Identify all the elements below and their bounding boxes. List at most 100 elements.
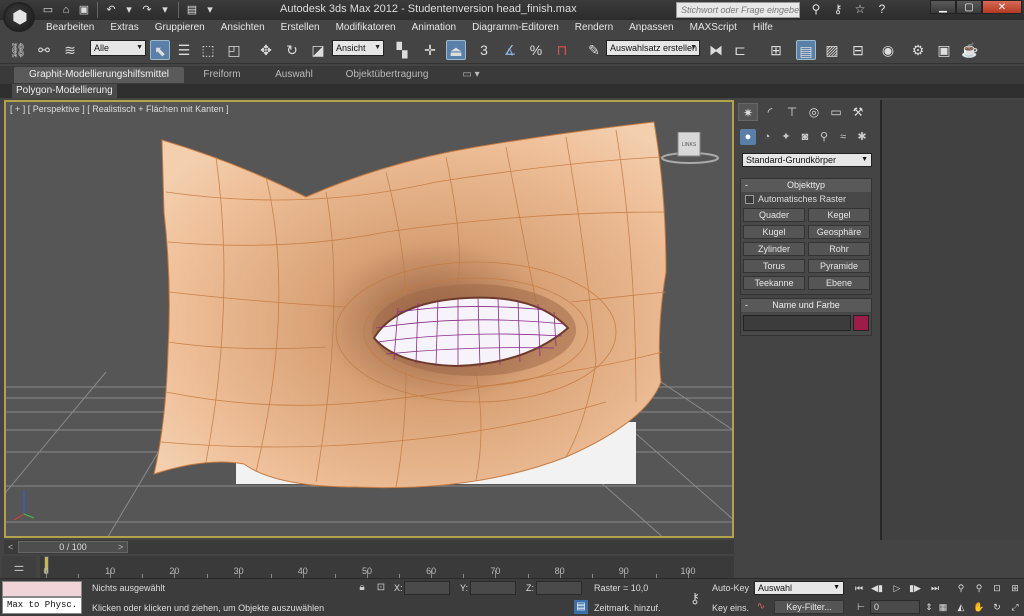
lights-icon[interactable]: ✦ [778, 129, 794, 145]
rotate-icon[interactable]: ↻ [282, 40, 302, 60]
key-filters-button[interactable]: Key-Filter... [774, 600, 844, 614]
shapes-icon[interactable]: ◔ [759, 129, 775, 145]
render-production-icon[interactable]: ☕ [960, 40, 980, 60]
open-file-icon[interactable]: ⌂ [58, 2, 74, 18]
redo-dropdown-icon[interactable]: ▾ [157, 2, 173, 18]
primitive-category-dropdown[interactable]: Standard-Grundkörper ▼ [742, 153, 872, 167]
key-mode-dropdown[interactable]: Auswahl ▼ [754, 581, 844, 595]
menu-ansichten[interactable]: Ansichten [213, 20, 273, 36]
torus-button[interactable]: Torus [743, 259, 805, 273]
motion-tab-icon[interactable]: ◎ [804, 103, 824, 121]
z-coordinate-field[interactable] [536, 581, 582, 595]
create-tab-icon[interactable]: ✷ [738, 103, 758, 121]
orbit-icon[interactable]: ↻ [990, 600, 1004, 614]
key-mode-icon[interactable]: ⚷ [684, 591, 706, 605]
mini-curve-editor-icon[interactable]: ⚌ [2, 556, 36, 578]
utilities-tab-icon[interactable]: ⚒ [848, 103, 868, 121]
maximize-viewport-icon[interactable]: ⤢ [1008, 600, 1022, 614]
object-name-field[interactable] [743, 315, 851, 331]
ribbon-options-icon[interactable]: ▭ ▾ [456, 67, 486, 83]
object-color-swatch[interactable] [853, 315, 869, 331]
angle-snap-icon[interactable]: ∡ [500, 40, 520, 60]
cameras-icon[interactable]: ◙ [797, 129, 813, 145]
reference-coordinate-dropdown[interactable]: Ansicht ▼ [332, 40, 384, 56]
maxscript-listener[interactable]: Max to Physc. [2, 581, 82, 615]
menu-erstellen[interactable]: Erstellen [273, 20, 328, 36]
key-icon[interactable]: ⚷ [830, 1, 846, 17]
tube-button[interactable]: Rohr [808, 242, 870, 256]
menu-animation[interactable]: Animation [404, 20, 464, 36]
curve-editor-icon[interactable]: ▨ [822, 40, 842, 60]
pan-view-icon[interactable]: ✋ [972, 600, 986, 614]
schematic-view-icon[interactable]: ⊟ [848, 40, 868, 60]
pyramid-button[interactable]: Pyramide [808, 259, 870, 273]
absolute-mode-icon[interactable]: ⊡ [374, 581, 388, 595]
mirror-icon[interactable]: ⧓ [706, 40, 726, 60]
tab-graphite-modeling[interactable]: Graphit-Modellierungshilfsmittel [14, 67, 184, 83]
search-input[interactable]: Stichwort oder Frage eingeben [676, 2, 800, 18]
save-file-icon[interactable]: ▣ [76, 2, 92, 18]
star-icon[interactable]: ☆ [852, 1, 868, 17]
selection-filter-dropdown[interactable]: Alle ▼ [90, 40, 146, 56]
frame-spinner-icon[interactable]: ⇕ [922, 600, 936, 614]
snaps-toggle-icon[interactable]: 3 [474, 40, 494, 60]
percent-snap-icon[interactable]: % [526, 40, 546, 60]
help-icon[interactable]: ? [874, 1, 890, 17]
box-button[interactable]: Quader [743, 208, 805, 222]
space-warps-icon[interactable]: ≈ [835, 129, 851, 145]
graphite-toggle-icon[interactable]: ▤ [796, 40, 816, 60]
rollout-header[interactable]: - Objekttyp [741, 179, 871, 192]
select-by-name-icon[interactable]: ☰ [174, 40, 194, 60]
menu-bearbeiten[interactable]: Bearbeiten [38, 20, 102, 36]
track-bar[interactable]: 0 10 20 30 40 50 60 70 80 90 100 [40, 556, 734, 578]
menu-rendern[interactable]: Rendern [567, 20, 621, 36]
menu-modifikatoren[interactable]: Modifikatoren [328, 20, 404, 36]
project-folder-icon[interactable]: ▤ [184, 2, 200, 18]
move-icon[interactable]: ✥ [256, 40, 276, 60]
plane-button[interactable]: Ebene [808, 276, 870, 290]
perspective-viewport[interactable]: [ + ] [ Perspektive ] [ Realistisch + Fl… [4, 100, 734, 538]
set-key-curve-icon[interactable]: ∿ [754, 600, 768, 614]
current-frame-field[interactable]: 0 [870, 600, 920, 614]
sphere-button[interactable]: Kugel [743, 225, 805, 239]
tab-object-paint[interactable]: Objektübertragung [334, 67, 440, 83]
go-to-end-icon[interactable]: ⏭ [928, 581, 942, 595]
cylinder-button[interactable]: Zylinder [743, 242, 805, 256]
select-manipulate-icon[interactable]: ✛ [420, 40, 440, 60]
minimize-button[interactable]: ▁ [930, 0, 956, 14]
render-setup-icon[interactable]: ⚙ [908, 40, 928, 60]
add-time-tag[interactable]: Zeitmark. hinzuf. [594, 603, 661, 613]
display-tab-icon[interactable]: ▭ [826, 103, 846, 121]
play-icon[interactable]: ▷ [890, 581, 904, 595]
geosphere-button[interactable]: Geosphäre [808, 225, 870, 239]
binoculars-icon[interactable]: ⚲ [808, 1, 824, 17]
edit-named-selection-icon[interactable]: ✎ [584, 40, 604, 60]
zoom-extents-icon[interactable]: ⊡ [990, 581, 1004, 595]
teapot-button[interactable]: Teekanne [743, 276, 805, 290]
material-editor-icon[interactable]: ◉ [878, 40, 898, 60]
menu-diagramm-editoren[interactable]: Diagramm-Editoren [464, 20, 567, 36]
time-slider[interactable]: < 0 / 100 > [4, 540, 734, 554]
time-slider-thumb[interactable]: 0 / 100 [18, 541, 128, 553]
rectangular-selection-icon[interactable]: ⬚ [198, 40, 218, 60]
systems-icon[interactable]: ✱ [854, 129, 870, 145]
go-to-start-icon[interactable]: ⏮ [852, 581, 866, 595]
undo-icon[interactable]: ↶ [103, 2, 119, 18]
layer-manager-icon[interactable]: ⊞ [766, 40, 786, 60]
zoom-all-icon[interactable]: ⚲ [972, 581, 986, 595]
bind-space-warp-icon[interactable]: ≋ [60, 40, 80, 60]
slider-next-icon[interactable]: > [118, 540, 123, 554]
auto-key-button[interactable]: Auto-Key [712, 583, 749, 593]
x-coordinate-field[interactable] [404, 581, 450, 595]
hierarchy-tab-icon[interactable]: ⊤ [782, 103, 802, 121]
tab-selection[interactable]: Auswahl [262, 67, 326, 83]
align-icon[interactable]: ⊏ [730, 40, 750, 60]
keyboard-shortcut-override-icon[interactable]: ⏏ [446, 40, 466, 60]
menu-anpassen[interactable]: Anpassen [621, 20, 681, 36]
zoom-extents-all-icon[interactable]: ⊞ [1008, 581, 1022, 595]
redo-icon[interactable]: ↷ [139, 2, 155, 18]
rendered-frame-window-icon[interactable]: ▣ [934, 40, 954, 60]
key-mode-toggle-icon[interactable]: ⊢ [854, 600, 868, 614]
y-coordinate-field[interactable] [470, 581, 516, 595]
menu-extras[interactable]: Extras [102, 20, 146, 36]
